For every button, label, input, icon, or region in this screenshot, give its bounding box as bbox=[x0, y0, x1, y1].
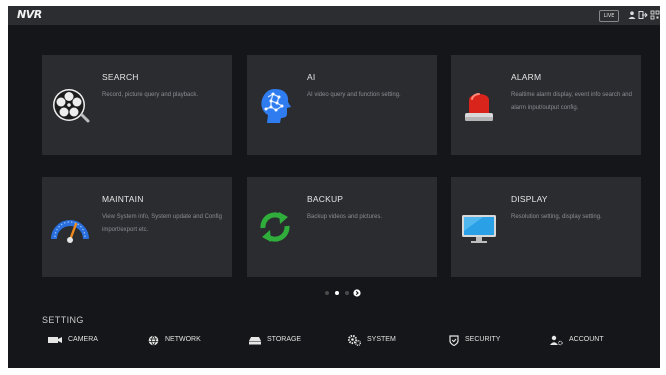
card-title: ALARM bbox=[511, 72, 542, 82]
camera-icon bbox=[48, 337, 62, 343]
ai-brain-icon bbox=[261, 89, 291, 123]
card-description: Resolution setting, display setting. bbox=[511, 214, 602, 220]
setting-label: CAMERA bbox=[68, 336, 98, 343]
setting-label: NETWORK bbox=[165, 336, 201, 343]
card-description: Record, picture query and playback. bbox=[102, 92, 199, 98]
card-title: SEARCH bbox=[102, 72, 139, 82]
card-maintain[interactable]: MAINTAIN View System info, System update… bbox=[42, 177, 232, 277]
account-icon bbox=[550, 335, 563, 345]
qr-code-icon[interactable] bbox=[650, 10, 660, 20]
setting-network[interactable]: NETWORK bbox=[148, 334, 201, 346]
network-icon bbox=[148, 335, 159, 345]
logout-icon[interactable] bbox=[638, 10, 648, 20]
system-gears-icon bbox=[348, 334, 361, 346]
nvr-main-menu: NVR LIVE SEARCH Record, picture query an… bbox=[8, 6, 660, 368]
film-reel-icon bbox=[53, 89, 90, 123]
setting-account[interactable]: ACCOUNT bbox=[550, 334, 604, 346]
card-description: Realtime alarm display, event info searc… bbox=[511, 92, 632, 111]
brand-logo: NVR bbox=[17, 8, 42, 21]
gauge-icon bbox=[51, 220, 89, 243]
page-indicator bbox=[321, 288, 371, 298]
page-dot[interactable] bbox=[345, 291, 349, 295]
storage-icon bbox=[249, 336, 261, 344]
card-title: DISPLAY bbox=[511, 194, 548, 204]
card-display[interactable]: DISPLAY Resolution setting, display sett… bbox=[451, 177, 641, 277]
setting-system[interactable]: SYSTEM bbox=[348, 334, 396, 346]
next-page-icon[interactable] bbox=[353, 289, 361, 297]
top-bar: NVR LIVE bbox=[8, 6, 660, 25]
backup-arrows-icon bbox=[260, 212, 290, 242]
card-ai[interactable]: AI AI video query and function setting. bbox=[247, 55, 437, 155]
card-title: AI bbox=[307, 72, 316, 82]
shield-icon bbox=[449, 334, 459, 346]
card-alarm[interactable]: ALARM Realtime alarm display, event info… bbox=[451, 55, 641, 155]
setting-label: ACCOUNT bbox=[569, 336, 604, 343]
card-description: View System info, System update and Conf… bbox=[102, 214, 222, 233]
alarm-beacon-icon bbox=[465, 93, 493, 121]
setting-label: SYSTEM bbox=[367, 336, 396, 343]
setting-section-title: SETTING bbox=[42, 315, 84, 325]
setting-camera[interactable]: CAMERA bbox=[48, 334, 98, 346]
page-dot-active[interactable] bbox=[335, 291, 339, 295]
card-backup[interactable]: BACKUP Backup videos and pictures. bbox=[247, 177, 437, 277]
setting-security[interactable]: SECURITY bbox=[449, 334, 500, 346]
setting-storage[interactable]: STORAGE bbox=[249, 334, 301, 346]
setting-label: STORAGE bbox=[267, 336, 302, 343]
card-title: MAINTAIN bbox=[102, 194, 144, 204]
setting-label: SECURITY bbox=[465, 336, 501, 343]
card-title: BACKUP bbox=[307, 194, 344, 204]
page-dot[interactable] bbox=[325, 291, 329, 295]
monitor-icon bbox=[462, 215, 496, 243]
card-search[interactable]: SEARCH Record, picture query and playbac… bbox=[42, 55, 232, 155]
card-description: AI video query and function setting. bbox=[307, 92, 401, 98]
user-icon[interactable] bbox=[627, 10, 637, 20]
live-button[interactable]: LIVE bbox=[599, 10, 619, 22]
card-description: Backup videos and pictures. bbox=[307, 214, 383, 220]
